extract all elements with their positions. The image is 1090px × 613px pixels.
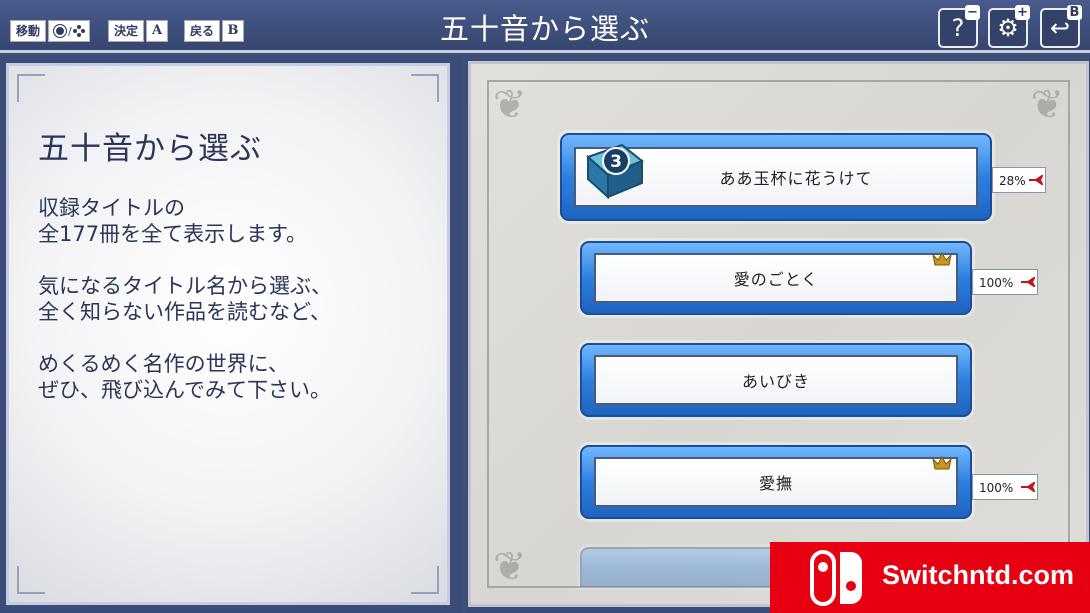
list-item[interactable]: 愛撫 (580, 445, 972, 519)
progress-value: 100% (979, 481, 1014, 495)
flourish-ornament: ❦ (493, 82, 527, 128)
list-item-selected[interactable]: ああ玉杯に花うけて 3 (560, 133, 992, 221)
switch-logo-icon (810, 550, 862, 606)
minus-key-icon: − (965, 5, 980, 20)
flourish-ornament: ❦ (1030, 82, 1064, 128)
progress-tag: 100% (972, 269, 1038, 295)
corner-ornament (17, 74, 45, 102)
watermark-text: Switchntd.com (882, 560, 1075, 590)
info-paragraph: 収録タイトルの 全177冊を全て表示します。 (38, 196, 307, 246)
flourish-ornament: ❦ (493, 544, 527, 590)
settings-button[interactable]: ⚙ + (988, 5, 1030, 48)
header-bar: 移動 / 決定 A 戻る B 五十音から選ぶ ? − ⚙ + ↩ B (0, 0, 1090, 53)
help-icon: ? (951, 14, 965, 42)
volume-number: 3 (610, 152, 622, 172)
info-panel: 五十音から選ぶ 収録タイトルの 全177冊を全て表示します。 気になるタイトル名… (0, 55, 462, 613)
b-key-icon: B (1067, 5, 1082, 20)
list-item-title: 愛撫 (758, 474, 793, 493)
list-item-face: 愛のごとく (594, 253, 958, 303)
ribbon-icon (1021, 482, 1035, 492)
info-paragraph: 気になるタイトル名から選ぶ、 全く知らない作品を読むなど、 (38, 274, 332, 324)
back-button[interactable]: ↩ B (1040, 5, 1082, 48)
plus-key-icon: + (1015, 5, 1030, 20)
ribbon-icon (1021, 277, 1035, 287)
info-description: 収録タイトルの 全177冊を全て表示します。 気になるタイトル名から選ぶ、 全く… (38, 195, 438, 429)
progress-value: 28% (999, 174, 1026, 188)
help-button[interactable]: ? − (938, 5, 980, 48)
list-item[interactable]: 愛のごとく (580, 241, 972, 315)
book-volume-icon: 3 (586, 143, 644, 200)
progress-tag: 28% (992, 167, 1046, 193)
page-title: 五十音から選ぶ (439, 12, 650, 46)
title-list-panel: ❦ ❦ ❦ ❦ ああ玉杯に花うけて 3 28% 愛のごとく 100% (466, 55, 1090, 613)
corner-ornament (411, 566, 439, 594)
list-item-title: ああ玉杯に花うけて (719, 169, 873, 188)
info-heading: 五十音から選ぶ (38, 131, 262, 167)
info-paragraph: めくるめく名作の世界に、 ぜひ、飛び込んでみて下さい。 (38, 352, 331, 402)
crown-icon (932, 252, 952, 266)
corner-ornament (17, 566, 45, 594)
list-item-face: あいびき (594, 355, 958, 405)
list-item-face: 愛撫 (594, 457, 958, 507)
watermark-banner: Switchntd.com (770, 542, 1090, 613)
list-item[interactable]: あいびき (580, 343, 972, 417)
progress-value: 100% (979, 276, 1014, 290)
corner-ornament (411, 74, 439, 102)
progress-tag: 100% (972, 474, 1038, 500)
list-item-title: 愛のごとく (733, 270, 819, 289)
ribbon-icon (1029, 175, 1043, 185)
list-item-title: あいびき (741, 372, 810, 391)
crown-icon (932, 456, 952, 470)
